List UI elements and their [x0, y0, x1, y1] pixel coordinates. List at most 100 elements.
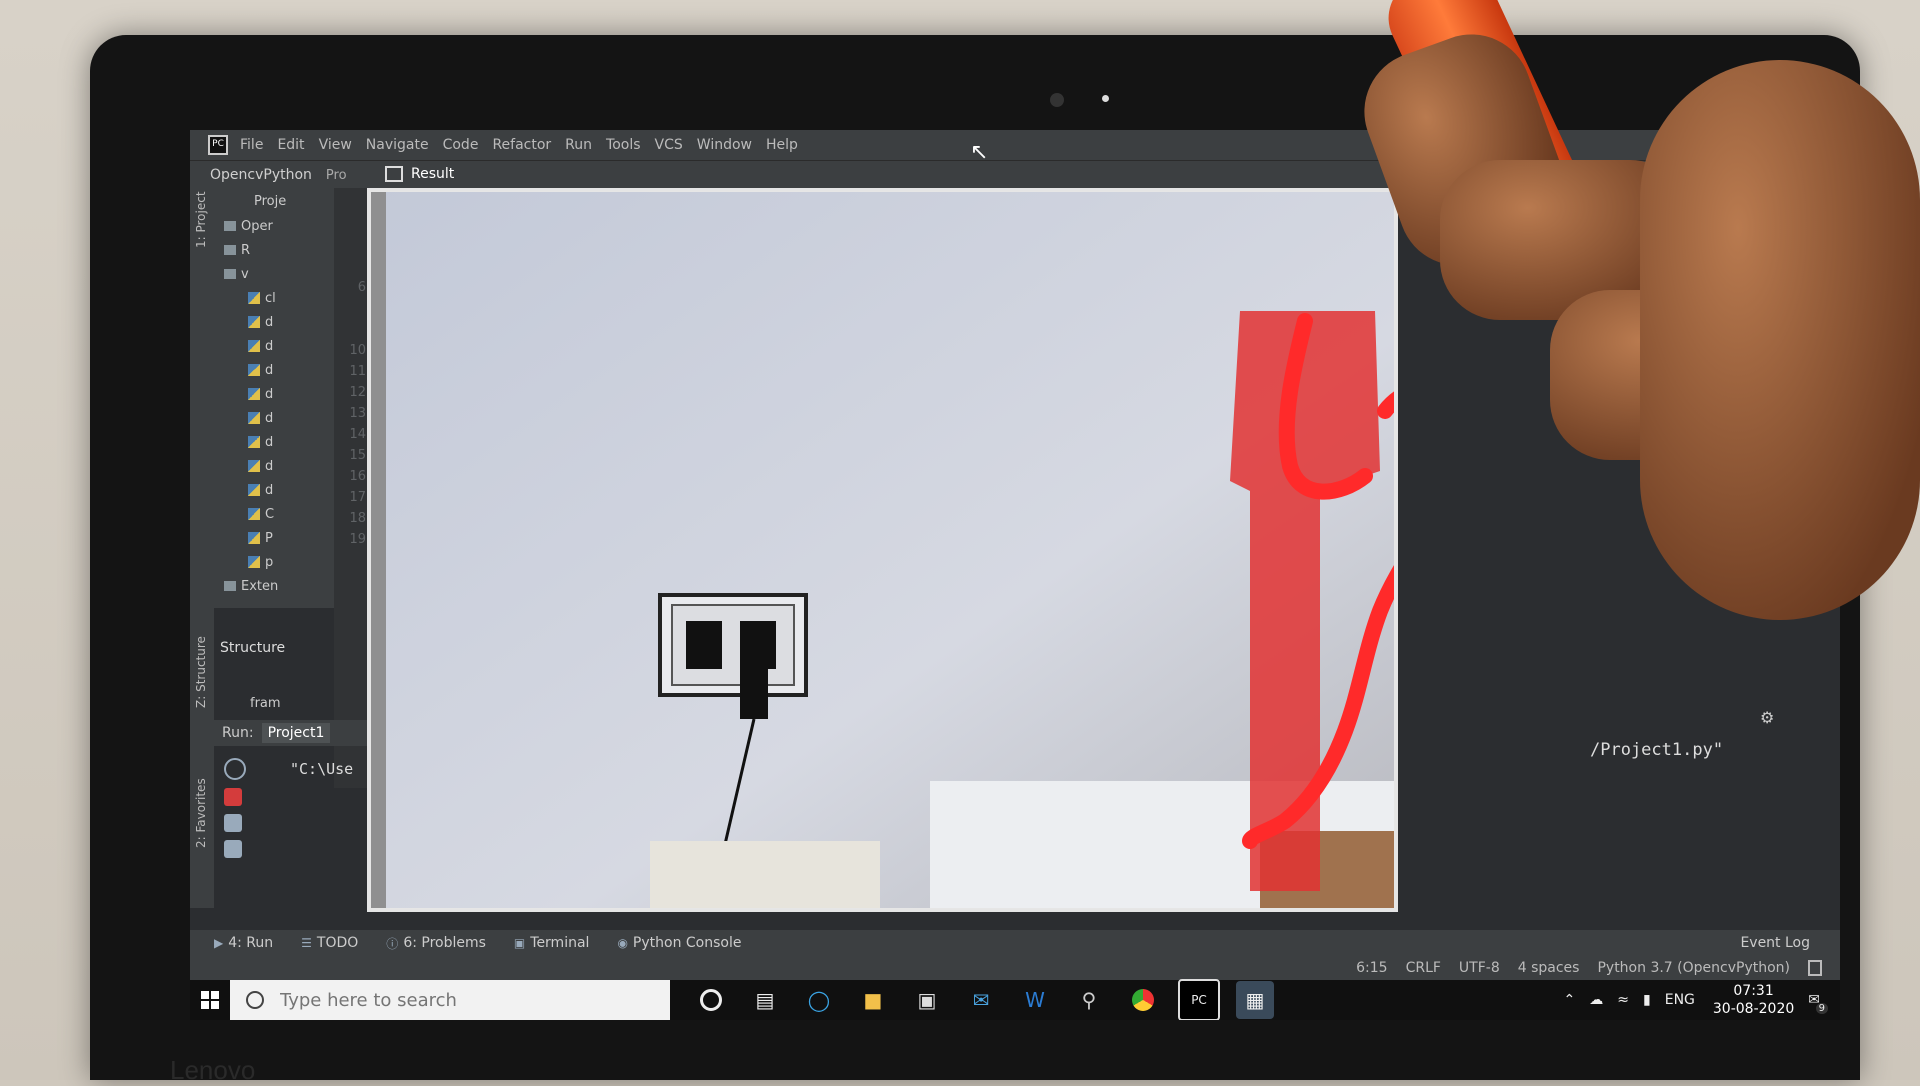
status-encoding[interactable]: UTF-8	[1459, 960, 1500, 976]
menu-run[interactable]: Run	[565, 137, 592, 153]
menu-help[interactable]: Help	[766, 137, 798, 153]
menu-navigate[interactable]: Navigate	[366, 137, 429, 153]
run-toolbar	[214, 750, 274, 910]
line-number: 14	[349, 427, 366, 442]
menu-file[interactable]: File	[240, 137, 263, 153]
menu-refactor[interactable]: Refactor	[492, 137, 551, 153]
chevron-up-icon[interactable]: ⌃	[1564, 992, 1576, 1008]
project-tree-item-label: P	[265, 530, 273, 546]
pin-icon[interactable]	[224, 840, 242, 858]
python-file-icon	[248, 292, 260, 304]
task-view-icon[interactable]: ▤	[746, 981, 784, 1019]
project-tree-item[interactable]: d	[224, 430, 334, 454]
event-log-button[interactable]: Event Log	[1740, 935, 1810, 951]
project-tree-item[interactable]: d	[224, 310, 334, 334]
word-icon[interactable]: W	[1016, 981, 1054, 1019]
project-tree-item[interactable]: R	[224, 238, 334, 262]
stop-icon[interactable]	[224, 788, 242, 806]
bottom-tool-tabs: ▶ 4: Run ☰ TODO ⓘ 6: Problems ▣ Terminal ◉ Py…	[190, 930, 1840, 956]
project-tree-item-label: v	[241, 266, 249, 282]
tab-todo[interactable]: ☰ TODO	[301, 935, 358, 951]
favorites-tool-tab[interactable]: 2: Favorites	[194, 778, 208, 848]
menu-window[interactable]: Window	[697, 137, 752, 153]
start-button[interactable]	[190, 980, 230, 1020]
menu-vcs[interactable]: VCS	[655, 137, 683, 153]
console-output: "C:\Use	[290, 760, 354, 778]
project-tree-item-label: d	[265, 362, 274, 378]
project-tree-item[interactable]: d	[224, 358, 334, 382]
line-number: 10	[349, 343, 366, 358]
run-tab-project1[interactable]: Project1	[261, 723, 331, 743]
project-tree-item[interactable]: d	[224, 454, 334, 478]
taskbar-search[interactable]	[230, 980, 670, 1020]
wifi-icon[interactable]: ≈	[1617, 992, 1629, 1008]
project-tree-item[interactable]: d	[224, 334, 334, 358]
project-tree-item[interactable]: v	[224, 262, 334, 286]
language-indicator[interactable]: ENG	[1665, 992, 1695, 1008]
maps-icon[interactable]: ⚲	[1070, 981, 1108, 1019]
status-indent[interactable]: 4 spaces	[1518, 960, 1580, 976]
edge-icon[interactable]: ◯	[800, 981, 838, 1019]
project-tree-item[interactable]: cl	[224, 286, 334, 310]
left-tool-strip: 1: Project Z: Structure 2: Favorites	[190, 188, 214, 908]
status-line-sep[interactable]: CRLF	[1406, 960, 1441, 976]
system-tray: ⌃ ☁ ≈ ▮ ENG 07:31 30-08-2020 ✉ 9	[1550, 980, 1828, 1020]
structure-tool-tab[interactable]: Z: Structure	[194, 636, 208, 708]
store-icon[interactable]: ▣	[908, 981, 946, 1019]
project-panel-header[interactable]: Proje	[254, 194, 286, 209]
clock-time: 07:31	[1733, 983, 1774, 999]
lock-icon[interactable]	[1808, 960, 1822, 976]
app-window-icon[interactable]: ▦	[1236, 981, 1274, 1019]
project-tree-item-label: d	[265, 386, 274, 402]
search-input[interactable]	[278, 988, 662, 1012]
line-number: 6	[357, 280, 366, 295]
clock[interactable]: 07:31 30-08-2020	[1713, 982, 1794, 1018]
window-icon	[385, 166, 403, 182]
project-tree-item[interactable]: Oper	[224, 214, 334, 238]
structure-panel-title: Structure	[220, 640, 286, 656]
project-breadcrumb-short[interactable]: Pro	[326, 168, 347, 183]
tab-terminal-label: Terminal	[530, 935, 590, 951]
pycharm-icon[interactable]: PC	[1178, 979, 1220, 1020]
menu-tools[interactable]: Tools	[606, 137, 641, 153]
clock-date: 30-08-2020	[1712, 1001, 1795, 1017]
project-tree-item-label: R	[241, 242, 251, 258]
rerun-icon[interactable]	[224, 758, 246, 780]
project-tool-tab[interactable]: 1: Project	[194, 191, 208, 248]
mail-icon[interactable]: ✉	[962, 981, 1000, 1019]
webcam-frame	[370, 191, 1395, 909]
menu-edit[interactable]: Edit	[277, 137, 304, 153]
tab-terminal[interactable]: ▣ Terminal	[514, 935, 590, 951]
tab-python-console[interactable]: ◉ Python Console	[617, 935, 741, 951]
cortana-icon[interactable]	[692, 981, 730, 1019]
status-cursor-pos[interactable]: 6:15	[1356, 960, 1387, 976]
line-number: 17	[349, 490, 366, 505]
chrome-icon[interactable]	[1124, 981, 1162, 1019]
webcam-led	[1102, 95, 1109, 102]
line-number: 18	[349, 511, 366, 526]
status-interpreter[interactable]: Python 3.7 (OpencvPython)	[1597, 960, 1790, 976]
notification-icon[interactable]: ✉ 9	[1808, 992, 1828, 1014]
line-number: 19	[349, 532, 366, 547]
project-tree-item[interactable]: p	[224, 550, 334, 574]
onedrive-icon[interactable]: ☁	[1589, 992, 1603, 1008]
project-tree-item-label: cl	[265, 290, 276, 306]
file-explorer-icon[interactable]: ■	[854, 981, 892, 1019]
tab-run[interactable]: ▶ 4: Run	[214, 935, 273, 951]
menu-code[interactable]: Code	[443, 137, 479, 153]
project-tree-item[interactable]: d	[224, 382, 334, 406]
settings-gear-icon[interactable]: ⚙	[1760, 708, 1774, 727]
project-tree-item[interactable]: C	[224, 502, 334, 526]
project-tree-item[interactable]: P	[224, 526, 334, 550]
battery-icon[interactable]: ▮	[1643, 992, 1651, 1008]
project-breadcrumb[interactable]: OpencvPython	[210, 167, 312, 183]
project-tree-item[interactable]: d	[224, 406, 334, 430]
project-tree-item-label: p	[265, 554, 274, 570]
project-tree-item-label: Oper	[241, 218, 273, 234]
tab-problems[interactable]: ⓘ 6: Problems	[386, 935, 486, 952]
menu-view[interactable]: View	[319, 137, 352, 153]
project-tree-item[interactable]: Exten	[224, 574, 334, 598]
project-tree-item[interactable]: d	[224, 478, 334, 502]
hand-palm	[1640, 60, 1920, 620]
layout-icon[interactable]	[224, 814, 242, 832]
